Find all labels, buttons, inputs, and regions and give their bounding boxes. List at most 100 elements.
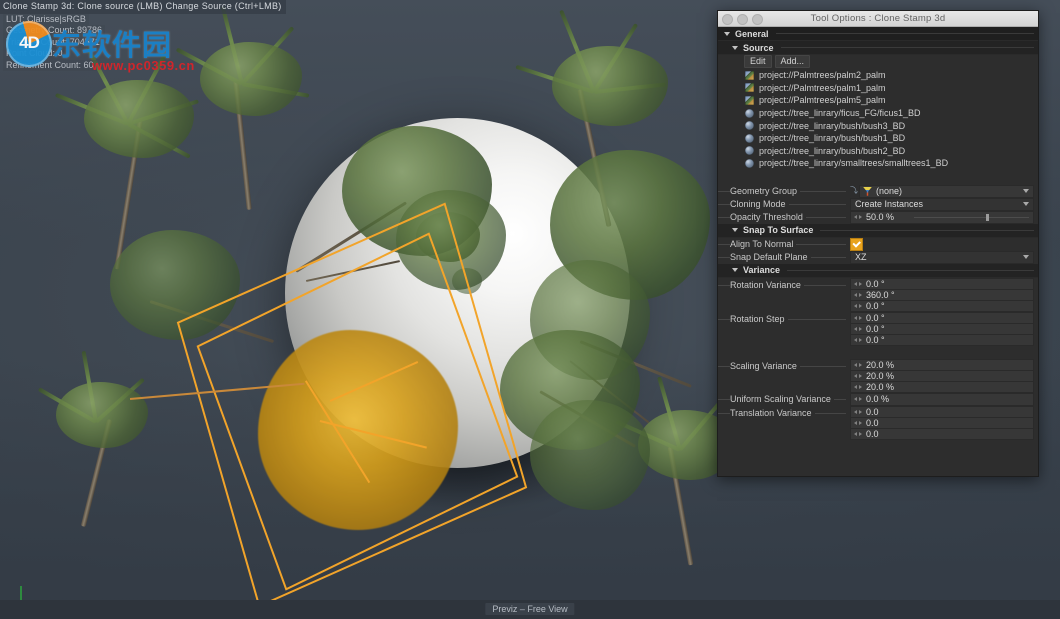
- row-snap-default-plane[interactable]: Snap Default Plane XZ: [718, 250, 1038, 264]
- row-translation-variance[interactable]: Translation Variance 0.0 0.0 0.0: [718, 405, 1038, 440]
- slider-handle[interactable]: [986, 213, 989, 221]
- chevron-down-icon[interactable]: [1023, 254, 1029, 259]
- value-spinner-icon[interactable]: [854, 408, 862, 415]
- source-item-path: project://tree_linrary/smalltrees/smallt…: [759, 158, 949, 169]
- row-opacity-threshold[interactable]: Opacity Threshold 50.0 %: [718, 210, 1038, 224]
- value-spinner-icon[interactable]: [854, 325, 862, 332]
- source-item-path: project://Palmtrees/palm5_palm: [759, 95, 886, 106]
- value-spinner-icon[interactable]: [854, 419, 862, 426]
- row-uniform-scaling-variance[interactable]: Uniform Scaling Variance 0.0 %: [718, 392, 1038, 406]
- spacer: [718, 171, 1038, 185]
- vector-component-field[interactable]: 360.0 °: [850, 289, 1034, 301]
- uniform-scaling-variance-field[interactable]: 0.0 %: [850, 392, 1034, 406]
- opacity-threshold-field[interactable]: 50.0 %: [850, 210, 1034, 224]
- uniform-scaling-variance-label: Uniform Scaling Variance: [730, 394, 834, 405]
- vector-component-field[interactable]: 20.0 %: [850, 381, 1034, 393]
- value-spinner-icon[interactable]: [854, 430, 862, 437]
- translation-variance-label-cell: Translation Variance: [718, 406, 850, 418]
- edit-button[interactable]: Edit: [744, 55, 772, 68]
- chevron-down-icon[interactable]: [1023, 188, 1029, 193]
- vector-component-field[interactable]: 0.0 °: [850, 311, 1034, 324]
- scaling-variance-label-cell: Scaling Variance: [718, 359, 850, 371]
- snap-default-plane-dropdown[interactable]: XZ: [850, 250, 1034, 264]
- vector-component-value: 0.0 °: [866, 334, 885, 345]
- hud-lut: LUT: Clarisse|sRGB: [3, 13, 89, 25]
- row-scaling-variance[interactable]: Scaling Variance 20.0 % 20.0 % 20.0 %: [718, 358, 1038, 393]
- opacity-threshold-label-cell: Opacity Threshold: [718, 212, 850, 223]
- sphere-geometry-icon: [745, 133, 754, 143]
- source-list-item[interactable]: project://tree_linrary/smalltrees/smallt…: [718, 157, 1038, 170]
- source-list-item[interactable]: project://tree_linrary/bush/bush2_BD: [718, 145, 1038, 158]
- hud-triangle-count: Triangle Count: 704571: [3, 36, 103, 48]
- value-spinner-icon[interactable]: [854, 314, 862, 321]
- rotation-variance-fields[interactable]: 0.0 ° 360.0 ° 0.0 °: [850, 277, 1038, 312]
- source-list-item[interactable]: project://Palmtrees/palm1_palm: [718, 82, 1038, 95]
- rotation-step-fields[interactable]: 0.0 ° 0.0 ° 0.0 °: [850, 311, 1038, 346]
- section-snap-to-surface[interactable]: Snap To Surface: [718, 223, 1038, 238]
- source-list-item[interactable]: project://Palmtrees/palm5_palm: [718, 94, 1038, 107]
- opacity-threshold-value: 50.0 %: [866, 212, 895, 223]
- divider: [780, 47, 1034, 48]
- vector-component-value: 0.0: [866, 406, 879, 417]
- vector-component-field[interactable]: 0.0 °: [850, 277, 1034, 290]
- cloning-mode-dropdown[interactable]: Create Instances: [850, 197, 1034, 211]
- value-spinner-icon[interactable]: [854, 280, 862, 287]
- value-spinner-icon[interactable]: [854, 291, 862, 298]
- section-variance-label: Variance: [743, 265, 781, 276]
- filter-funnel-icon: [863, 186, 872, 196]
- link-arrow-icon[interactable]: [850, 185, 859, 196]
- vector-component-field[interactable]: 0.0 °: [850, 323, 1034, 335]
- section-source[interactable]: Source: [718, 41, 1038, 55]
- row-rotation-step[interactable]: Rotation Step 0.0 ° 0.0 ° 0.0 °: [718, 311, 1038, 346]
- leaf-thumbnail-icon: [745, 95, 754, 105]
- source-list-item[interactable]: project://tree_linrary/ficus_FG/ficus1_B…: [718, 107, 1038, 120]
- opacity-threshold-slider[interactable]: [914, 213, 1029, 221]
- source-item-path: project://tree_linrary/bush/bush2_BD: [759, 145, 906, 156]
- align-to-normal-label-cell: Align To Normal: [718, 239, 850, 250]
- vector-component-field[interactable]: 0.0 °: [850, 300, 1034, 312]
- source-list-item[interactable]: project://Palmtrees/palm2_palm: [718, 69, 1038, 82]
- scaling-variance-fields[interactable]: 20.0 % 20.0 % 20.0 %: [850, 358, 1038, 393]
- value-spinner-icon[interactable]: [854, 372, 862, 379]
- value-spinner-icon[interactable]: [854, 302, 862, 309]
- section-variance[interactable]: Variance: [718, 263, 1038, 278]
- clarisse-application-window: Clone Stamp 3d: Clone source (LMB) Chang…: [0, 0, 1060, 619]
- hud-tool-line: Clone Stamp 3d: Clone source (LMB) Chang…: [0, 0, 286, 14]
- vector-component-field[interactable]: 0.0: [850, 405, 1034, 418]
- translation-variance-fields[interactable]: 0.0 0.0 0.0: [850, 405, 1038, 440]
- vector-component-field[interactable]: 20.0 %: [850, 358, 1034, 371]
- uniform-scaling-variance-value: 0.0 %: [866, 394, 890, 405]
- chevron-down-icon[interactable]: [1023, 201, 1029, 206]
- section-general[interactable]: General: [718, 27, 1038, 41]
- row-geometry-group[interactable]: Geometry Group (none): [718, 184, 1038, 198]
- value-spinner-icon[interactable]: [854, 214, 862, 221]
- value-spinner-icon[interactable]: [854, 361, 862, 368]
- vector-component-field[interactable]: 0.0: [850, 428, 1034, 440]
- source-list-item[interactable]: project://tree_linrary/bush/bush1_BD: [718, 132, 1038, 145]
- rotation-step-label: Rotation Step: [730, 313, 788, 324]
- chevron-down-icon[interactable]: [732, 45, 738, 50]
- chevron-down-icon[interactable]: [724, 31, 730, 36]
- geometry-group-value: (none): [876, 186, 903, 197]
- align-to-normal-checkbox[interactable]: [850, 237, 863, 251]
- row-align-to-normal[interactable]: Align To Normal: [718, 237, 1038, 251]
- value-spinner-icon[interactable]: [854, 336, 862, 343]
- divider: [787, 269, 1034, 271]
- chevron-down-icon[interactable]: [732, 228, 738, 233]
- value-spinner-icon[interactable]: [854, 383, 862, 390]
- vector-component-field[interactable]: 0.0: [850, 417, 1034, 429]
- source-list[interactable]: project://Palmtrees/palm2_palm project://…: [718, 68, 1038, 172]
- chevron-down-icon[interactable]: [732, 268, 738, 273]
- panel-title-bar[interactable]: Tool Options : Clone Stamp 3d: [718, 11, 1038, 27]
- vector-component-field[interactable]: 20.0 %: [850, 370, 1034, 382]
- vector-component-field[interactable]: 0.0 °: [850, 334, 1034, 346]
- geometry-group-label: Geometry Group: [730, 186, 801, 197]
- sphere-geometry-icon: [745, 158, 754, 168]
- source-list-item[interactable]: project://tree_linrary/bush/bush3_BD: [718, 119, 1038, 132]
- tool-options-panel[interactable]: Tool Options : Clone Stamp 3d General So…: [717, 10, 1039, 477]
- row-cloning-mode[interactable]: Cloning Mode Create Instances: [718, 197, 1038, 211]
- add-button[interactable]: Add...: [774, 55, 811, 68]
- row-rotation-variance[interactable]: Rotation Variance 0.0 ° 360.0 ° 0.0 °: [718, 277, 1038, 312]
- value-spinner-icon[interactable]: [854, 396, 862, 403]
- geometry-group-field[interactable]: (none): [859, 184, 1034, 198]
